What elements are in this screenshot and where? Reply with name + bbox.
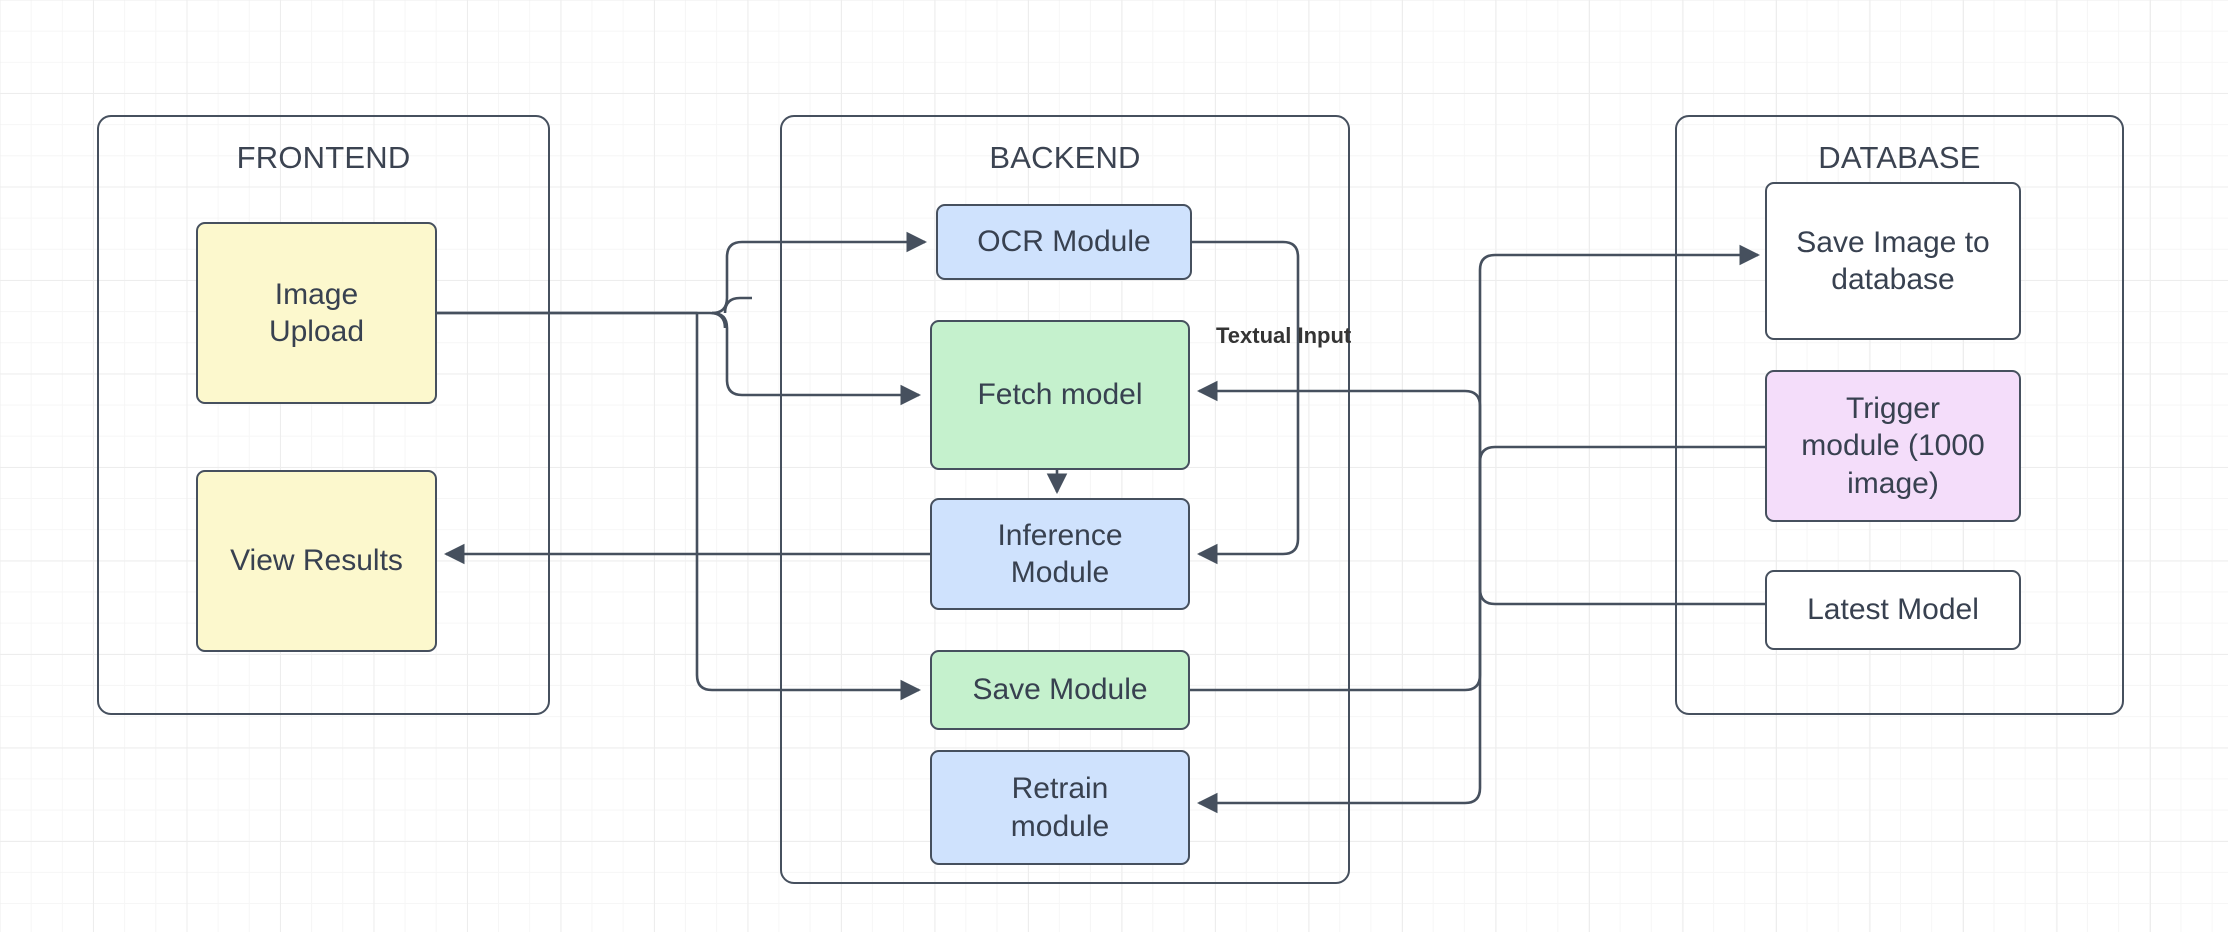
node-view-results[interactable]: View Results <box>196 470 437 652</box>
node-retrain-module[interactable]: Retrain module <box>930 750 1190 865</box>
node-latest-model[interactable]: Latest Model <box>1765 570 2021 650</box>
node-inference-module[interactable]: Inference Module <box>930 498 1190 610</box>
node-fetch-model[interactable]: Fetch model <box>930 320 1190 470</box>
edge-image-upload-trunk-up <box>723 296 752 314</box>
node-save-image-to-database[interactable]: Save Image to database <box>1765 182 2021 340</box>
edge-label-textual-input: Textual Input <box>1216 323 1352 348</box>
container-backend-title: BACKEND <box>989 140 1141 175</box>
node-save-module[interactable]: Save Module <box>930 650 1190 730</box>
node-image-upload[interactable]: Image Upload <box>196 222 437 404</box>
node-trigger-module[interactable]: Trigger module (1000 image) <box>1765 370 2021 522</box>
node-ocr-module[interactable]: OCR Module <box>936 204 1192 280</box>
container-database-title: DATABASE <box>1818 140 1981 175</box>
container-frontend-title: FRONTEND <box>236 140 411 175</box>
